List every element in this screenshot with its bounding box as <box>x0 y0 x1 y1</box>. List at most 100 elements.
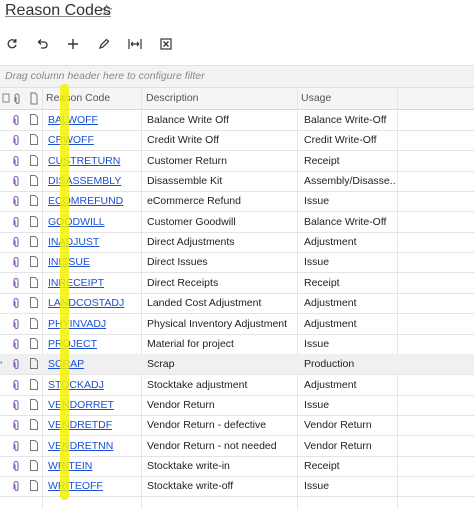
attachment-icon[interactable] <box>12 399 20 411</box>
usage-cell[interactable]: Issue <box>304 395 396 415</box>
description-cell[interactable]: Stocktake write-in <box>147 456 297 476</box>
table-row[interactable]: STOCKADJ Stocktake adjustment Adjustment <box>0 375 474 396</box>
description-cell[interactable]: eCommerce Refund <box>147 191 297 211</box>
attachment-icon[interactable] <box>12 175 20 187</box>
attachment-icon[interactable] <box>12 338 20 350</box>
note-icon[interactable] <box>30 134 38 146</box>
description-cell[interactable]: Material for project <box>147 334 297 354</box>
description-cell[interactable]: Disassemble Kit <box>147 171 297 191</box>
attachment-icon[interactable] <box>12 256 20 268</box>
column-header-usage[interactable]: Usage <box>301 88 331 109</box>
attachment-icon[interactable] <box>12 114 20 126</box>
attachment-icon[interactable] <box>12 297 20 309</box>
usage-cell[interactable]: Credit Write-Off <box>304 130 396 150</box>
note-icon[interactable] <box>30 276 38 288</box>
description-cell[interactable]: Direct Adjustments <box>147 232 297 252</box>
table-row[interactable]: VENDRETDF Vendor Return - defective Vendor… <box>0 415 474 437</box>
description-cell[interactable]: Stocktake adjustment <box>147 375 297 395</box>
attachment-icon[interactable] <box>12 379 20 391</box>
note-icon[interactable] <box>30 114 38 125</box>
description-cell[interactable]: Customer Goodwill <box>147 212 297 232</box>
table-row[interactable]: INRECEIPT Direct Receipts Receipt <box>0 273 474 294</box>
add-icon[interactable] <box>63 34 83 54</box>
favorite-star-icon[interactable]: ☆ <box>100 1 113 19</box>
description-cell[interactable]: Vendor Return - defective <box>147 415 297 435</box>
table-row[interactable]: CRWOFF Credit Write Off Credit Write-Off <box>0 130 474 152</box>
description-cell[interactable]: Scrap <box>147 354 297 374</box>
usage-cell[interactable]: Issue <box>304 476 396 496</box>
attachment-icon[interactable] <box>12 236 20 248</box>
usage-cell[interactable]: Adjustment <box>304 375 396 395</box>
note-icon[interactable] <box>30 256 38 268</box>
note-icon[interactable] <box>30 215 38 227</box>
note-icon[interactable] <box>30 378 38 390</box>
note-icon[interactable] <box>30 337 38 349</box>
description-cell[interactable]: Stocktake write-off <box>147 476 297 496</box>
description-cell[interactable]: Physical Inventory Adjustment <box>147 314 297 334</box>
usage-cell[interactable]: Balance Write-Off <box>304 110 396 130</box>
refresh-icon[interactable] <box>2 34 22 54</box>
note-icon[interactable] <box>30 297 38 309</box>
attachment-icon[interactable] <box>12 440 20 452</box>
table-row[interactable]: VENDRETNN Vendor Return - not needed Vendo… <box>0 436 474 457</box>
column-header-description[interactable]: Description <box>146 88 199 109</box>
usage-cell[interactable]: Issue <box>304 252 396 272</box>
attachment-icon[interactable] <box>12 134 20 146</box>
export-excel-icon[interactable] <box>156 34 176 54</box>
usage-cell[interactable]: Receipt <box>304 273 396 293</box>
table-row[interactable]: DISASSEMBLY Disassemble Kit Assembly/Disas… <box>0 171 474 193</box>
description-cell[interactable]: Balance Write Off <box>147 110 297 130</box>
attachment-icon[interactable] <box>12 277 20 289</box>
note-icon[interactable] <box>30 195 38 207</box>
column-header-reason-code[interactable]: Reason Code <box>46 88 110 109</box>
usage-cell[interactable]: Assembly/Disasse... <box>304 171 396 191</box>
table-row[interactable]: INISSUE Direct Issues Issue <box>0 252 474 274</box>
attachment-icon[interactable] <box>12 480 20 492</box>
usage-cell[interactable]: Vendor Return <box>304 415 396 435</box>
note-icon[interactable] <box>30 175 38 187</box>
description-cell[interactable]: Credit Write Off <box>147 130 297 150</box>
edit-icon[interactable] <box>94 34 114 54</box>
attachment-icon[interactable] <box>12 460 20 472</box>
note-icon[interactable] <box>30 459 38 471</box>
usage-cell[interactable]: Adjustment <box>304 314 396 334</box>
description-cell[interactable]: Vendor Return - not needed <box>147 436 297 456</box>
table-row[interactable]: •SCRAPScrapProduction <box>0 354 474 376</box>
table-row[interactable]: WRITEIN Stocktake write-in Receipt <box>0 456 474 477</box>
description-cell[interactable]: Landed Cost Adjustment <box>147 293 297 313</box>
usage-cell[interactable]: Vendor Return <box>304 436 396 456</box>
fit-columns-icon[interactable] <box>125 34 145 54</box>
description-cell[interactable]: Direct Receipts <box>147 273 297 293</box>
usage-cell[interactable]: Balance Write-Off <box>304 212 396 232</box>
attachment-icon[interactable] <box>12 155 20 167</box>
table-row[interactable]: CUSTRETURN Customer Return Receipt <box>0 151 474 172</box>
attachment-icon[interactable] <box>12 318 20 330</box>
table-row[interactable]: BALWOFF Balance Write Off Balance Write-Of… <box>0 110 474 131</box>
description-cell[interactable]: Direct Issues <box>147 252 297 272</box>
usage-cell[interactable]: Issue <box>304 334 396 354</box>
note-icon[interactable] <box>30 236 38 248</box>
attachment-icon[interactable] <box>12 216 20 228</box>
table-row[interactable]: INADJUST Direct Adjustments Adjustment <box>0 232 474 254</box>
note-icon[interactable] <box>30 398 38 410</box>
usage-cell[interactable]: Adjustment <box>304 232 396 252</box>
table-row[interactable]: LANDCOSTADJ Landed Cost Adjustment Adjustm… <box>0 293 474 315</box>
undo-icon[interactable] <box>32 34 52 54</box>
usage-cell[interactable]: Receipt <box>304 456 396 476</box>
note-icon[interactable] <box>30 154 38 166</box>
description-cell[interactable]: Customer Return <box>147 151 297 171</box>
table-row[interactable]: PHYINVADJ Physical Inventory Adjustment Ad… <box>0 314 474 335</box>
note-icon[interactable] <box>30 419 38 431</box>
note-icon[interactable] <box>30 317 38 329</box>
description-cell[interactable]: Vendor Return <box>147 395 297 415</box>
usage-cell[interactable]: Adjustment <box>304 293 396 313</box>
group-by-bar[interactable]: Drag column header here to configure fil… <box>0 65 474 88</box>
usage-cell[interactable]: Production <box>304 354 396 374</box>
table-row[interactable]: WRITEOFF Stocktake write-off Issue <box>0 476 474 498</box>
table-row[interactable]: PROJECT Material for project Issue <box>0 334 474 355</box>
table-row[interactable]: ECOMREFUND eCommerce Refund Issue <box>0 191 474 213</box>
note-icon[interactable] <box>30 480 38 492</box>
table-row[interactable]: VENDORRET Vendor Return Issue <box>0 395 474 416</box>
attachment-header-icon[interactable] <box>12 88 22 109</box>
usage-cell[interactable]: Receipt <box>304 151 396 171</box>
